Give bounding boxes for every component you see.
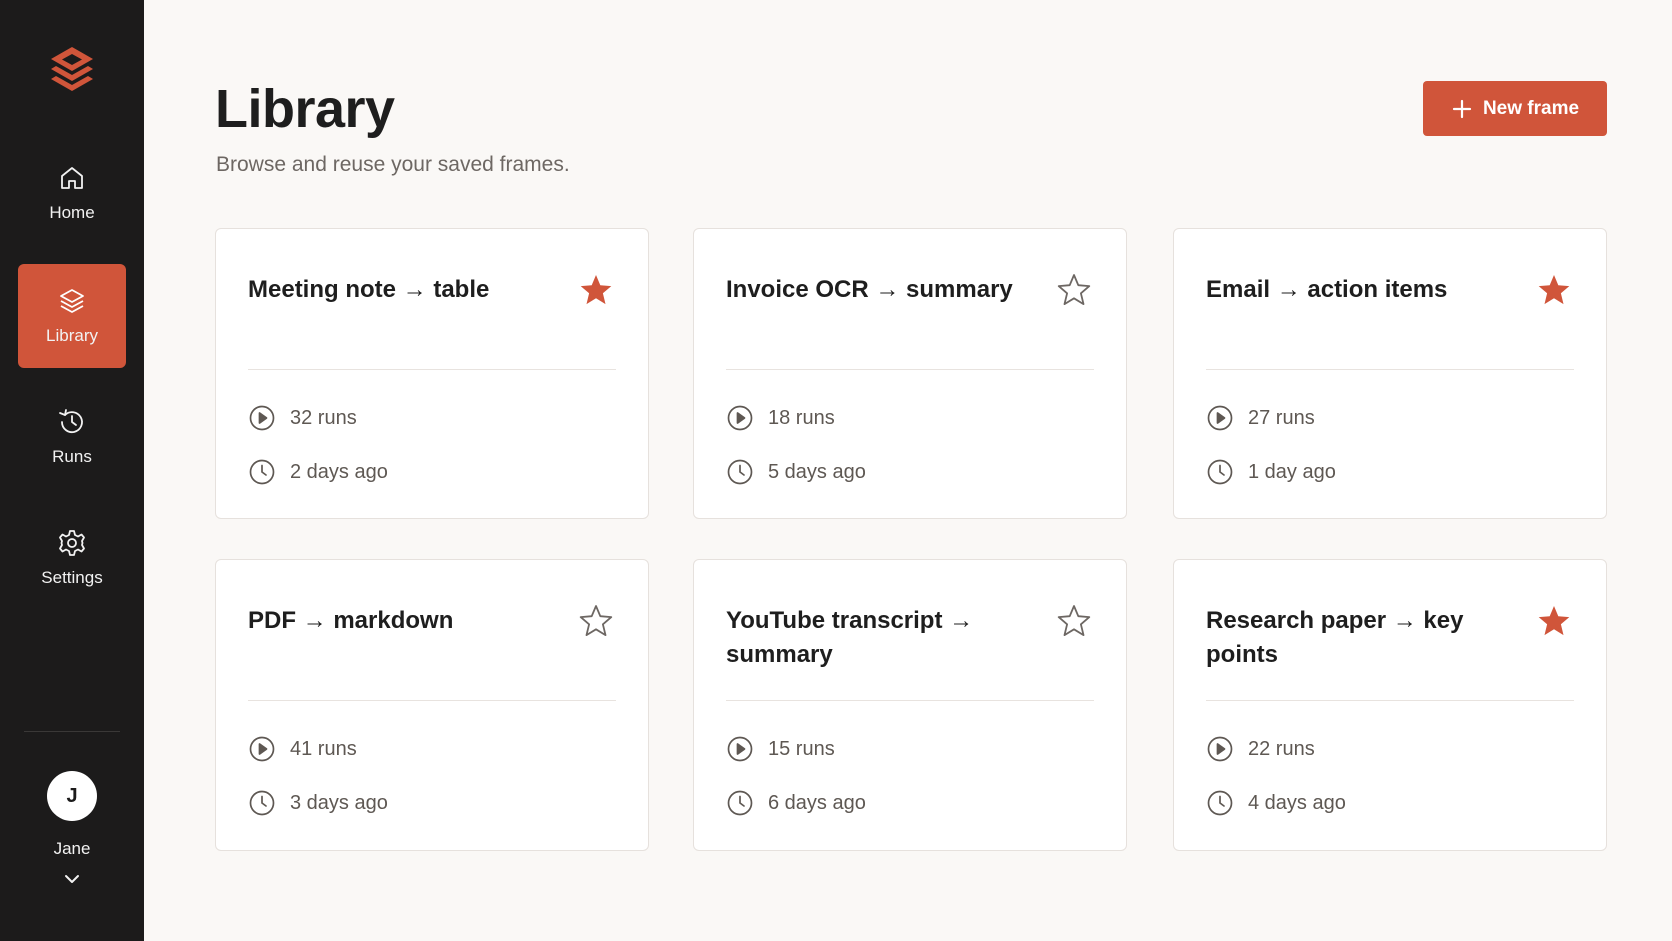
star-filled-icon[interactable]	[1536, 272, 1572, 308]
avatar[interactable]: J	[47, 771, 97, 821]
user-name[interactable]: Jane	[0, 839, 144, 859]
updated-time: 5 days ago	[768, 460, 866, 483]
new-frame-label: New frame	[1482, 97, 1580, 119]
clock-icon	[1207, 790, 1233, 816]
runs-meta: 41 runs	[248, 735, 357, 763]
card-divider	[248, 700, 616, 701]
sidebar-item-library[interactable]: Library	[18, 264, 126, 368]
gear-icon	[59, 530, 85, 556]
star-outline-icon[interactable]	[1056, 603, 1092, 639]
new-frame-button[interactable]: New frame	[1423, 81, 1607, 136]
updated-meta: 6 days ago	[726, 789, 866, 817]
card-divider	[1206, 700, 1574, 701]
updated-meta: 5 days ago	[726, 458, 866, 486]
play-circle-icon	[249, 736, 275, 762]
frame-card[interactable]: Meeting note → table 32 runs 2 days ago	[215, 228, 649, 519]
card-divider	[1206, 369, 1574, 370]
star-filled-icon[interactable]	[1536, 603, 1572, 639]
frame-card[interactable]: PDF → markdown 41 runs 3 days ago	[215, 559, 649, 851]
card-title: YouTube transcript → summary	[726, 607, 974, 668]
card-title: Email → action items	[1206, 276, 1448, 303]
card-divider	[726, 700, 1094, 701]
runs-meta: 22 runs	[1206, 735, 1315, 763]
sidebar: Home Library Runs Settings J Jane	[0, 0, 144, 941]
updated-time: 3 days ago	[290, 791, 388, 814]
star-filled-icon[interactable]	[578, 272, 614, 308]
sidebar-item-label: Settings	[41, 568, 103, 587]
clock-icon	[249, 459, 275, 485]
play-circle-icon	[727, 405, 753, 431]
sidebar-item-label: Home	[49, 203, 95, 222]
frame-card[interactable]: Research paper → key points 22 runs 4 days…	[1173, 559, 1607, 851]
updated-time: 6 days ago	[768, 791, 866, 814]
card-title: Meeting note → table	[248, 276, 490, 303]
updated-meta: 2 days ago	[248, 458, 388, 486]
runs-count: 22 runs	[1248, 737, 1315, 760]
updated-time: 2 days ago	[290, 460, 388, 483]
card-title: Invoice OCR → summary	[726, 276, 1013, 303]
clock-icon	[249, 790, 275, 816]
clock-icon	[727, 790, 753, 816]
play-circle-icon	[1207, 405, 1233, 431]
frame-card[interactable]: YouTube transcript → summary 15 runs 6 day…	[693, 559, 1127, 851]
runs-count: 15 runs	[768, 737, 835, 760]
updated-meta: 4 days ago	[1206, 789, 1346, 817]
layers-icon	[60, 289, 84, 313]
frame-card[interactable]: Invoice OCR → summary 18 runs 5 days ago	[693, 228, 1127, 519]
updated-time: 1 day ago	[1248, 460, 1336, 483]
card-divider	[248, 369, 616, 370]
updated-meta: 1 day ago	[1206, 458, 1336, 486]
clock-icon	[1207, 459, 1233, 485]
sidebar-item-label: Runs	[52, 447, 92, 466]
runs-count: 32 runs	[290, 406, 357, 429]
updated-meta: 3 days ago	[248, 789, 388, 817]
sidebar-divider	[24, 731, 120, 732]
card-divider	[726, 369, 1094, 370]
card-title: PDF → markdown	[248, 607, 454, 634]
home-icon	[61, 167, 83, 189]
play-circle-icon	[727, 736, 753, 762]
play-circle-icon	[249, 405, 275, 431]
layers-logo-icon[interactable]	[48, 44, 96, 94]
clock-icon	[727, 459, 753, 485]
sidebar-item-settings[interactable]: Settings	[18, 506, 126, 610]
runs-meta: 27 runs	[1206, 404, 1315, 432]
star-outline-icon[interactable]	[578, 603, 614, 639]
updated-time: 4 days ago	[1248, 791, 1346, 814]
sidebar-item-home[interactable]: Home	[18, 141, 126, 245]
chevron-down-icon[interactable]	[62, 872, 82, 886]
runs-count: 41 runs	[290, 737, 357, 760]
runs-count: 27 runs	[1248, 406, 1315, 429]
card-title: Research paper → key points	[1206, 607, 1464, 668]
runs-meta: 18 runs	[726, 404, 835, 432]
sidebar-item-runs[interactable]: Runs	[18, 385, 126, 489]
star-outline-icon[interactable]	[1056, 272, 1092, 308]
frame-card[interactable]: Email → action items 27 runs 1 day ago	[1173, 228, 1607, 519]
runs-count: 18 runs	[768, 406, 835, 429]
page-subtitle: Browse and reuse your saved frames.	[216, 153, 570, 176]
page-title: Library	[215, 79, 395, 139]
runs-meta: 32 runs	[248, 404, 357, 432]
runs-meta: 15 runs	[726, 735, 835, 763]
plus-icon	[1452, 99, 1472, 118]
history-icon	[59, 409, 83, 434]
play-circle-icon	[1207, 736, 1233, 762]
sidebar-item-label: Library	[46, 326, 98, 345]
